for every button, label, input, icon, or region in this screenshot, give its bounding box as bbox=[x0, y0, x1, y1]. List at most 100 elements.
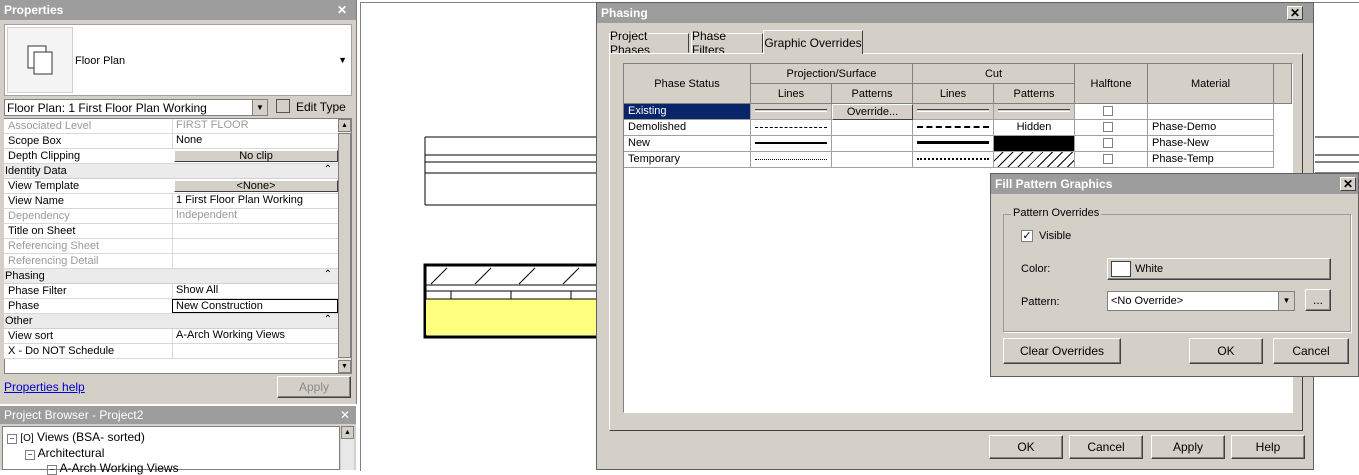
collapse-icon[interactable]: ⌃ bbox=[324, 269, 332, 280]
view-template-button[interactable]: <None> bbox=[174, 180, 338, 192]
depth-clipping-button[interactable]: No clip bbox=[174, 150, 338, 162]
fill-pattern-close-icon[interactable]: ✕ bbox=[1340, 177, 1356, 191]
row-demolished-cut-lines[interactable] bbox=[913, 120, 994, 136]
group-other[interactable]: Other ⌃ bbox=[4, 314, 338, 329]
browser-tree: − [O] Views (BSA- sorted) − Architectura… bbox=[2, 426, 340, 475]
color-label: Color: bbox=[1021, 263, 1051, 275]
properties-close-icon[interactable]: ✕ bbox=[334, 3, 350, 17]
halftone-checkbox[interactable] bbox=[1103, 154, 1113, 164]
collapse-icon[interactable]: − bbox=[25, 450, 35, 460]
tree-item-architectural[interactable]: − Architectural bbox=[25, 446, 104, 460]
phasing-cancel-button[interactable]: Cancel bbox=[1069, 435, 1143, 459]
row-existing-material[interactable] bbox=[1148, 104, 1274, 120]
row-temporary-proj-patterns[interactable] bbox=[832, 152, 913, 168]
prop-phase-filter[interactable]: Phase Filter Show All bbox=[4, 284, 338, 299]
collapse-icon[interactable]: − bbox=[7, 434, 17, 444]
pattern-dropdown[interactable]: <No Override> ▼ bbox=[1107, 291, 1295, 311]
phasing-titlebar: Phasing bbox=[597, 3, 1313, 23]
row-demolished-proj-lines[interactable] bbox=[751, 120, 832, 136]
scroll-down-icon[interactable]: ▼ bbox=[338, 360, 351, 373]
prop-value[interactable] bbox=[172, 224, 338, 238]
prop-value bbox=[172, 254, 338, 268]
group-identity-data[interactable]: Identity Data ⌃ bbox=[4, 164, 338, 179]
row-demolished-status[interactable]: Demolished bbox=[624, 120, 751, 136]
scroll-up-icon[interactable]: ▲ bbox=[338, 119, 351, 132]
halftone-checkbox[interactable] bbox=[1103, 106, 1113, 116]
group-label: Phasing bbox=[5, 270, 45, 282]
prop-label: Dependency bbox=[8, 210, 70, 222]
prop-value[interactable]: Show All bbox=[172, 284, 338, 298]
fill-pattern-dialog: Fill Pattern Graphics ✕ Pattern Override… bbox=[990, 173, 1359, 377]
row-temporary-proj-lines[interactable] bbox=[751, 152, 832, 168]
row-new-cut-lines[interactable] bbox=[913, 136, 994, 152]
row-existing-proj-lines[interactable] bbox=[751, 104, 832, 120]
clear-overrides-button[interactable]: Clear Overrides bbox=[1003, 338, 1121, 364]
halftone-checkbox[interactable] bbox=[1103, 122, 1113, 132]
row-demolished-material[interactable]: Phase-Demo bbox=[1148, 120, 1274, 136]
fill-pattern-cancel-button[interactable]: Cancel bbox=[1273, 338, 1349, 364]
row-existing-cut-patterns[interactable] bbox=[994, 104, 1075, 120]
row-temporary-cut-lines[interactable] bbox=[913, 152, 994, 168]
prop-view-name[interactable]: View Name 1 First Floor Plan Working bbox=[4, 194, 338, 209]
phasing-close-icon[interactable]: ✕ bbox=[1287, 6, 1303, 20]
phasing-help-button[interactable]: Help bbox=[1231, 435, 1305, 459]
row-new-proj-lines[interactable] bbox=[751, 136, 832, 152]
prop-value[interactable]: None bbox=[172, 134, 338, 148]
scroll-thumb[interactable] bbox=[338, 133, 351, 358]
prop-value[interactable]: 1 First Floor Plan Working bbox=[172, 194, 338, 208]
properties-apply-button[interactable]: Apply bbox=[277, 376, 351, 398]
tree-item-views[interactable]: − [O] Views (BSA- sorted) bbox=[7, 430, 145, 444]
row-new-proj-patterns[interactable] bbox=[832, 136, 913, 152]
pattern-dropdown-value: <No Override> bbox=[1111, 295, 1184, 307]
properties-help-link[interactable]: Properties help bbox=[4, 380, 85, 394]
tab-phase-filters[interactable]: Phase Filters bbox=[691, 29, 763, 57]
color-button[interactable]: White bbox=[1107, 258, 1331, 280]
edit-type-icon bbox=[276, 99, 290, 113]
edit-type-button[interactable]: Edit Type bbox=[274, 97, 350, 117]
prop-title-on-sheet[interactable]: Title on Sheet bbox=[4, 224, 338, 239]
browser-scrollbar[interactable]: ▲ bbox=[341, 426, 354, 470]
scroll-up-icon[interactable]: ▲ bbox=[341, 426, 354, 439]
row-demolished-cut-patterns[interactable]: Hidden bbox=[994, 120, 1075, 136]
prop-value[interactable] bbox=[172, 344, 338, 358]
prop-value[interactable]: New Construction bbox=[172, 299, 338, 313]
browser-close-icon[interactable]: ✕ bbox=[340, 408, 350, 422]
row-temporary-cut-patterns[interactable] bbox=[994, 152, 1075, 168]
instance-dropdown[interactable]: Floor Plan: 1 First Floor Plan Working ▼ bbox=[4, 99, 268, 116]
row-temporary-status[interactable]: Temporary bbox=[624, 152, 751, 168]
prop-referencing-sheet: Referencing Sheet bbox=[4, 239, 338, 254]
prop-do-not-schedule[interactable]: X - Do NOT Schedule bbox=[4, 344, 338, 359]
header-projection-surface: Projection/Surface bbox=[751, 64, 913, 84]
prop-label: Depth Clipping bbox=[8, 150, 81, 162]
tab-project-phases[interactable]: Project Phases bbox=[609, 29, 689, 57]
prop-view-sort[interactable]: View sort A-Arch Working Views bbox=[4, 329, 338, 344]
row-temporary-material[interactable]: Phase-Temp bbox=[1148, 152, 1274, 168]
row-demolished-proj-patterns[interactable] bbox=[832, 120, 913, 136]
row-existing-cut-lines[interactable] bbox=[913, 104, 994, 120]
phasing-ok-button[interactable]: OK bbox=[989, 435, 1063, 459]
collapse-icon[interactable]: − bbox=[47, 465, 57, 475]
property-scrollbar[interactable]: ▲ ▼ bbox=[338, 119, 351, 373]
row-new-status[interactable]: New bbox=[624, 136, 751, 152]
prop-phase[interactable]: Phase New Construction bbox=[4, 299, 338, 314]
row-new-cut-patterns[interactable] bbox=[994, 136, 1075, 152]
prop-value[interactable]: A-Arch Working Views bbox=[172, 329, 338, 343]
tree-item-working-views[interactable]: − A-Arch Working Views bbox=[47, 461, 179, 475]
visible-checkbox[interactable]: ✓ bbox=[1021, 230, 1033, 242]
collapse-icon[interactable]: ⌃ bbox=[324, 164, 332, 175]
fill-pattern-ok-button[interactable]: OK bbox=[1189, 338, 1263, 364]
pattern-browse-button[interactable]: ... bbox=[1305, 289, 1331, 311]
row-existing-status[interactable]: Existing bbox=[624, 104, 751, 120]
tab-graphic-overrides[interactable]: Graphic Overrides bbox=[763, 30, 863, 54]
type-selector[interactable]: Floor Plan ▼ bbox=[4, 24, 352, 96]
halftone-checkbox[interactable] bbox=[1103, 138, 1113, 148]
prop-scope-box[interactable]: Scope Box None bbox=[4, 134, 338, 149]
collapse-icon[interactable]: ⌃ bbox=[324, 314, 332, 325]
prop-label: Associated Level bbox=[8, 120, 92, 132]
override-button[interactable]: Override... bbox=[832, 104, 913, 120]
prop-label: Phase bbox=[8, 300, 40, 312]
group-phasing[interactable]: Phasing ⌃ bbox=[4, 269, 338, 284]
phasing-apply-button[interactable]: Apply bbox=[1151, 435, 1225, 459]
row-new-material[interactable]: Phase-New bbox=[1148, 136, 1274, 152]
prop-depth-clipping: Depth Clipping No clip bbox=[4, 149, 338, 164]
